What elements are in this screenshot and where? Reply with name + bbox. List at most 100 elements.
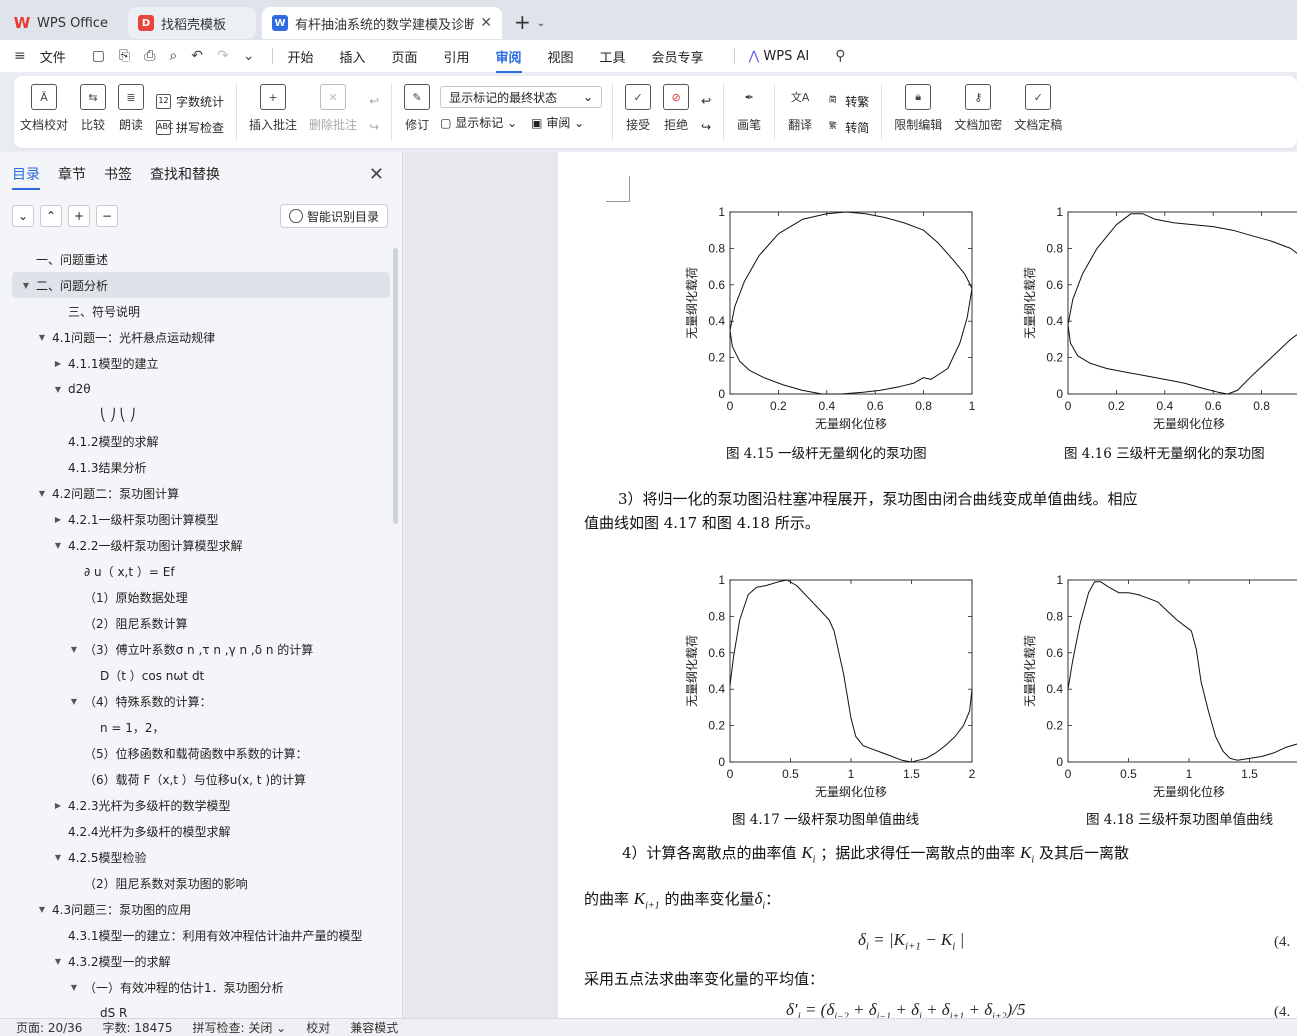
toc-item[interactable]: ∂ u（ x,t ）= Ef xyxy=(12,558,390,584)
print-preview-icon[interactable]: ⌕ xyxy=(169,48,177,64)
close-icon[interactable]: ✕ xyxy=(369,164,384,185)
tab-toc[interactable]: 目录 xyxy=(12,164,40,190)
review-pane-button[interactable]: ▣ 审阅 ⌄ xyxy=(531,114,584,131)
menu-file[interactable]: 文件 xyxy=(40,47,66,66)
menu-review[interactable]: 审阅 xyxy=(495,47,522,73)
page-indicator[interactable]: 页面: 20/36 xyxy=(16,1019,82,1036)
insert-comment-button[interactable]: + 插入批注 xyxy=(249,84,297,133)
toc-item[interactable]: ▶ 4.1.1模型的建立 xyxy=(12,350,390,376)
spell-check-indicator[interactable]: 拼写检查: 关闭 ⌄ xyxy=(193,1019,287,1036)
menu-insert[interactable]: 插入 xyxy=(339,47,365,66)
toc-scrollbar[interactable] xyxy=(393,248,398,524)
redo-icon[interactable]: ↷ xyxy=(217,48,229,64)
tab-sections[interactable]: 章节 xyxy=(58,164,86,190)
toc-item[interactable]: （2）阻尼系数计算 xyxy=(12,610,390,636)
caret-down-icon[interactable]: ▼ xyxy=(52,957,64,966)
menu-reference[interactable]: 引用 xyxy=(443,47,469,66)
toc-item[interactable]: 4.1.2模型的求解 xyxy=(12,428,390,454)
revise-button[interactable]: ✎ 修订 xyxy=(404,84,431,133)
toc-item[interactable]: ▼ 4.2.2一级杆泵功图计算模型求解 xyxy=(12,532,390,558)
toc-item[interactable]: ⎝ ⎠ ⎝ ⎠ xyxy=(12,402,390,428)
menu-home[interactable]: 开始 xyxy=(287,47,313,66)
word-count-indicator[interactable]: 字数: 18475 xyxy=(102,1019,172,1036)
to-traditional-button[interactable]: 简转繁 xyxy=(825,88,870,114)
remove-icon[interactable]: − xyxy=(96,205,118,227)
menu-view[interactable]: 视图 xyxy=(548,47,574,66)
toc-item[interactable]: 4.1.3结果分析 xyxy=(12,454,390,480)
toc-item[interactable]: ▼ 二、问题分析 xyxy=(12,272,390,298)
show-markup-button[interactable]: ▢ 显示标记 ⌄ xyxy=(440,114,517,131)
word-count-button[interactable]: 12 字数统计 xyxy=(156,88,224,114)
tab-document[interactable]: W 有杆抽油系统的数学建模及诊断 ✕ xyxy=(262,7,502,39)
more-chevron-icon[interactable]: ⌄ xyxy=(243,48,255,64)
caret-down-icon[interactable]: ▼ xyxy=(36,333,48,342)
toc-item[interactable]: ▼ （3）傅立叶系数σ n ,τ n ,γ n ,δ n 的计算 xyxy=(12,636,390,662)
toc-item[interactable]: ▶ 4.2.3光杆为多级杆的数学模型 xyxy=(12,792,390,818)
proofread-button[interactable]: Ā 文档校对 xyxy=(20,84,68,133)
toc-item[interactable]: （1）原始数据处理 xyxy=(12,584,390,610)
caret-down-icon[interactable]: ▼ xyxy=(52,541,64,550)
caret-down-icon[interactable]: ▼ xyxy=(68,983,80,992)
chevron-down-icon[interactable]: ⌄ xyxy=(537,18,545,29)
caret-down-icon[interactable]: ▼ xyxy=(52,385,64,394)
search-icon[interactable]: ⚲ xyxy=(835,48,845,64)
toc-item[interactable]: ▼ 4.3.2模型一的求解 xyxy=(12,948,390,974)
menu-tools[interactable]: 工具 xyxy=(600,47,626,66)
caret-right-icon[interactable]: ▶ xyxy=(52,801,64,810)
toc-item[interactable]: D（t ）cos nωt dt xyxy=(12,662,390,688)
toc-item[interactable]: ▼ 4.1问题一：光杆悬点运动规律 xyxy=(12,324,390,350)
spell-check-button[interactable]: ABC 拼写检查 xyxy=(156,114,224,140)
toc-item[interactable]: ▼ 4.3问题三：泵功图的应用 xyxy=(12,896,390,922)
toc-item[interactable]: n = 1，2， xyxy=(12,714,390,740)
encrypt-button[interactable]: ⚷ 文档加密 xyxy=(954,84,1002,133)
toc-item[interactable]: ▼ 4.2问题二：泵功图计算 xyxy=(12,480,390,506)
toc-item[interactable]: 三、符号说明 xyxy=(12,298,390,324)
next-comment-icon[interactable]: ↪ xyxy=(369,114,379,140)
delete-comment-button[interactable]: ✕ 删除批注 xyxy=(309,84,357,133)
pen-button[interactable]: ✒ 画笔 xyxy=(736,84,762,133)
toc-item[interactable]: ▼ d2θ xyxy=(12,376,390,402)
compare-button[interactable]: ⇆ 比较 xyxy=(80,84,107,133)
toc-item[interactable]: （5）位移函数和载荷函数中系数的计算： xyxy=(12,740,390,766)
caret-down-icon[interactable]: ▼ xyxy=(36,489,48,498)
markup-select[interactable]: 显示标记的最终状态 ⌄ xyxy=(440,86,603,108)
document-page[interactable]: 0 0.2 0.4 0.6 0.8 1 0 0.2 0.4 0.6 0.8 1 无量纲化位移 无量纲化载荷… xyxy=(558,152,1297,1018)
smart-toc-button[interactable]: 智能识别目录 xyxy=(279,204,388,228)
caret-down-icon[interactable]: ▼ xyxy=(20,281,32,290)
previous-change-icon[interactable]: ↩ xyxy=(701,88,711,114)
toc-item[interactable]: ▶ 4.2.1一级杆泵功图计算模型 xyxy=(12,506,390,532)
tab-find-replace[interactable]: 查找和替换 xyxy=(150,164,220,190)
menu-page[interactable]: 页面 xyxy=(391,47,417,66)
print-icon[interactable]: ⎙ xyxy=(144,48,155,64)
hamburger-menu-icon[interactable]: ≡ xyxy=(14,48,26,64)
reject-button[interactable]: ⊘ 拒绝 xyxy=(663,84,690,133)
next-change-icon[interactable]: ↪ xyxy=(701,114,711,140)
add-icon[interactable]: + xyxy=(68,205,90,227)
caret-down-icon[interactable]: ▼ xyxy=(36,905,48,914)
save-icon[interactable]: ▢ xyxy=(92,48,105,64)
toc-item[interactable]: 一、问题重述 xyxy=(12,246,390,272)
tab-bookmarks[interactable]: 书签 xyxy=(104,164,132,190)
export-icon[interactable]: ⎘ xyxy=(119,48,130,64)
caret-down-icon[interactable]: ▼ xyxy=(52,853,64,862)
proofread-indicator[interactable]: 校对 xyxy=(306,1019,330,1036)
caret-down-icon[interactable]: ▼ xyxy=(68,697,80,706)
caret-right-icon[interactable]: ▶ xyxy=(52,359,64,368)
to-simplified-button[interactable]: 繁转简 xyxy=(825,114,870,140)
finalize-button[interactable]: ✓ 文档定稿 xyxy=(1014,84,1062,133)
undo-icon[interactable]: ↶ xyxy=(191,48,203,64)
expand-icon[interactable]: ⌄ xyxy=(12,205,34,227)
toc-item[interactable]: 4.2.4光杆为多级杆的模型求解 xyxy=(12,818,390,844)
toc-item[interactable]: （2）阻尼系数对泵功图的影响 xyxy=(12,870,390,896)
accept-button[interactable]: ✓ 接受 xyxy=(625,84,652,133)
read-aloud-button[interactable]: ≣ 朗读 xyxy=(118,84,145,133)
new-tab-icon[interactable]: + xyxy=(514,10,531,34)
caret-right-icon[interactable]: ▶ xyxy=(52,515,64,524)
previous-comment-icon[interactable]: ↩ xyxy=(369,88,379,114)
close-tab-icon[interactable]: ✕ xyxy=(480,15,492,31)
menu-member[interactable]: 会员专享 xyxy=(652,47,704,66)
toc-item[interactable]: 4.3.1模型一的建立：利用有效冲程估计油井产量的模型 xyxy=(12,922,390,948)
menu-wps-ai[interactable]: ⋀ WPS AI xyxy=(749,49,810,64)
tab-wps-office[interactable]: W WPS Office xyxy=(4,7,124,39)
tab-template[interactable]: D 找稻壳模板 xyxy=(128,7,256,39)
